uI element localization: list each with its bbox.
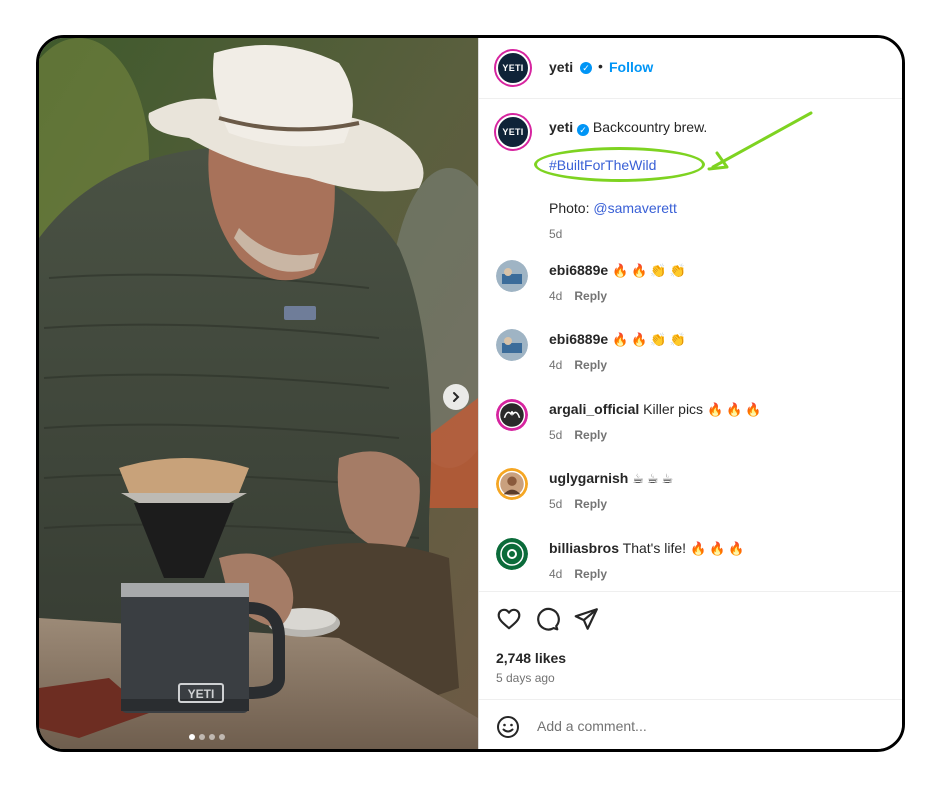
carousel-dot <box>219 734 225 740</box>
comment-username[interactable]: billiasbros <box>549 540 619 556</box>
comment-icon[interactable] <box>534 606 560 632</box>
comment-username[interactable]: ebi6889e <box>549 262 608 278</box>
chevron-right-icon <box>453 392 460 402</box>
arrow-annotation-icon <box>707 111 813 171</box>
comment-emojis: 🔥🔥🔥 <box>706 403 765 418</box>
send-icon[interactable] <box>573 606 599 632</box>
comment-emojis: 🔥🔥👏👏 <box>612 264 689 279</box>
post-date: 5 days ago <box>496 671 555 685</box>
caption-timestamp: 5d <box>549 227 563 241</box>
reply-button[interactable]: Reply <box>574 497 607 511</box>
comment-username[interactable]: argali_official <box>549 401 639 417</box>
post-header: YETI yeti ✓ • Follow <box>479 38 902 99</box>
photo-credit-label: Photo: <box>549 200 590 216</box>
comment-emojis: 🔥🔥👏👏 <box>612 333 689 348</box>
commenter-avatar[interactable] <box>496 260 528 292</box>
comment-input[interactable] <box>537 712 867 740</box>
add-comment-bar <box>479 699 902 749</box>
verified-badge-icon: ✓ <box>577 124 590 136</box>
photo-credit-mention[interactable]: @samaverett <box>593 200 676 216</box>
hashtag-link[interactable]: #BuiltForTheWild <box>549 157 656 173</box>
comment-username[interactable]: ebi6889e <box>549 331 608 347</box>
next-photo-button[interactable] <box>443 384 469 410</box>
comment-username[interactable]: uglygarnish <box>549 470 628 486</box>
photo-illustration: YETI <box>39 38 478 749</box>
carousel-dot <box>199 734 205 740</box>
verified-badge-icon: ✓ <box>580 62 592 74</box>
comment-item: ebi6889e 🔥🔥👏👏 4d Reply <box>479 329 902 389</box>
smiley-icon[interactable] <box>496 715 520 739</box>
commenter-avatar[interactable] <box>496 329 528 361</box>
comment-timestamp: 4d <box>549 289 563 303</box>
commenter-avatar[interactable] <box>496 538 528 570</box>
reply-button[interactable]: Reply <box>574 289 607 303</box>
commenter-avatar[interactable] <box>496 399 528 431</box>
carousel-indicator <box>189 734 225 740</box>
author-username[interactable]: yeti <box>549 59 573 75</box>
reply-button[interactable]: Reply <box>574 428 607 442</box>
comment-timestamp: 5d <box>549 497 563 511</box>
comment-emojis: ☕☕☕ <box>632 472 677 487</box>
post-actions <box>479 591 902 646</box>
author-avatar[interactable]: YETI <box>496 51 530 85</box>
reply-button[interactable]: Reply <box>574 358 607 372</box>
yeti-logo: YETI <box>502 127 524 137</box>
reply-button[interactable]: Reply <box>574 567 607 581</box>
carousel-dot <box>209 734 215 740</box>
post-sidebar: YETI yeti ✓ • Follow YETI yeti ✓ Backcou… <box>478 38 902 749</box>
comment-item: billiasbros That's life! 🔥🔥🔥 4d Reply <box>479 538 902 598</box>
comment-item: argali_official Killer pics 🔥🔥🔥 5d Reply <box>479 399 902 459</box>
likes-count[interactable]: 2,748 likes <box>496 650 566 666</box>
commenter-avatar[interactable] <box>496 468 528 500</box>
comment-text: That's life! <box>622 540 687 556</box>
comment-text: Killer pics <box>643 401 704 417</box>
comment-item: uglygarnish ☕☕☕ 5d Reply <box>479 468 902 528</box>
caption-text: Backcountry brew. <box>592 119 708 135</box>
instagram-post-frame: YETI YETI yeti ✓ • Follow YETI yeti ✓ Ba… <box>36 35 905 752</box>
comment-timestamp: 4d <box>549 567 563 581</box>
comment-emojis: 🔥🔥🔥 <box>689 542 748 557</box>
separator-dot: • <box>598 58 603 74</box>
comment-item: ebi6889e 🔥🔥👏👏 4d Reply <box>479 260 902 320</box>
post-photo[interactable]: YETI <box>39 38 478 749</box>
caption-username[interactable]: yeti <box>549 119 573 135</box>
carousel-dot <box>189 734 195 740</box>
caption-avatar[interactable]: YETI <box>496 115 530 149</box>
follow-button[interactable]: Follow <box>609 59 653 75</box>
yeti-logo: YETI <box>502 63 524 73</box>
heart-icon[interactable] <box>496 606 522 632</box>
comment-timestamp: 4d <box>549 358 563 372</box>
mug-brand-label: YETI <box>188 687 215 701</box>
comment-timestamp: 5d <box>549 428 563 442</box>
